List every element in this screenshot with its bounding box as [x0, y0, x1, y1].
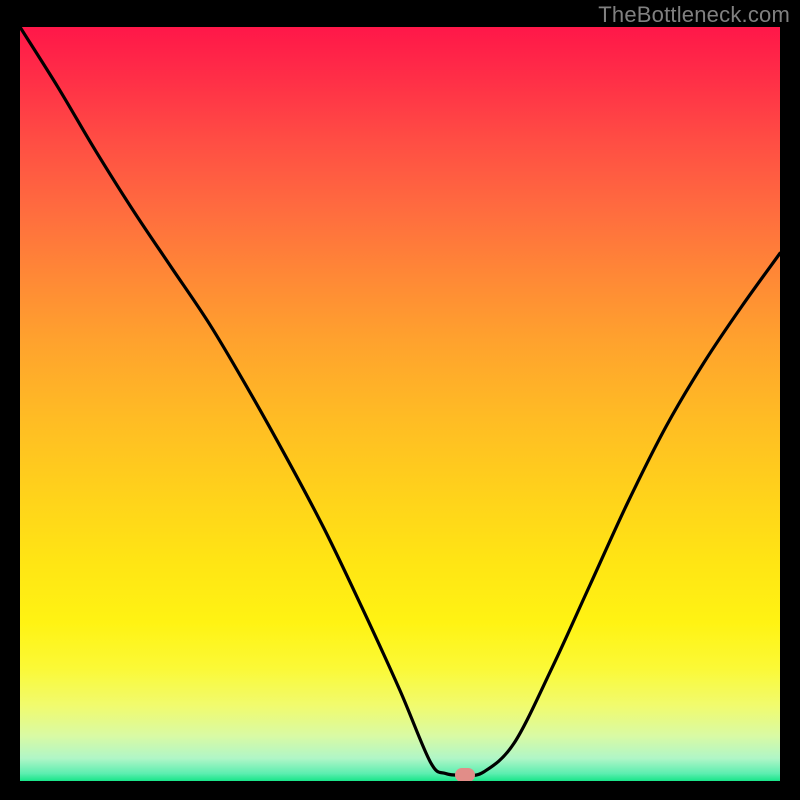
optimum-marker — [455, 768, 475, 781]
chart-frame: TheBottleneck.com — [0, 0, 800, 800]
plot-area — [20, 27, 780, 781]
watermark-text: TheBottleneck.com — [598, 2, 790, 28]
bottleneck-curve — [20, 27, 780, 781]
